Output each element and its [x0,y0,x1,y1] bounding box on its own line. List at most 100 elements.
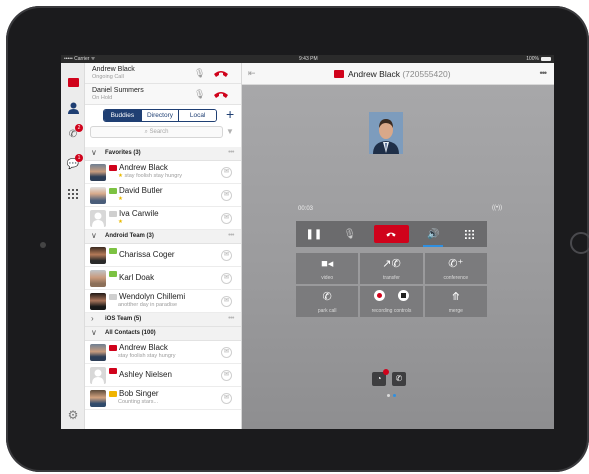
page-dot[interactable] [387,394,390,397]
chat-button[interactable]: ◔ [372,369,389,386]
hangup-icon[interactable] [213,67,229,79]
status-flag-icon [109,391,117,397]
call-features: ■◂ video ↗✆ transfer ✆⁺ conference ✆ par… [296,253,487,317]
chat-button[interactable]: ✉ [221,213,232,224]
chat-button[interactable]: ✉ [221,370,232,381]
chevron-down-icon: ∨ [91,148,97,157]
conference-button[interactable]: ✆⁺ conference [424,253,487,284]
contact-iva-carwile[interactable]: Iva Carwile ★ ✉ [85,207,241,230]
stop-icon[interactable] [397,290,409,301]
chevron-down-icon: ∨ [91,328,97,337]
call-status: Ongoing Call [92,74,124,80]
chat-button[interactable]: ✉ [221,190,232,201]
contact-ashley-nielsen[interactable]: Ashley Nielsen ✉ [85,364,241,387]
keypad-button[interactable] [451,221,487,247]
transfer-button[interactable]: ↗✆ transfer [360,253,423,284]
phone-icon: ✆ [395,374,403,383]
person-placeholder-icon [92,369,104,384]
hangup-icon [386,232,397,237]
nav-calls-button[interactable] [65,75,81,89]
hangup-icon[interactable] [213,88,229,100]
contact-andrew-black[interactable]: Andrew Black stay foolish stay hungry ✉ [85,341,241,364]
group-all-contacts[interactable]: ∨ All Contacts (100) [85,327,241,341]
search-input[interactable]: ⌕ Search [90,126,223,138]
held-call-row[interactable]: Daniel Summers On Hold 🎙 [85,84,241,105]
end-call-button[interactable] [373,225,410,243]
transfer-icon: ↗✆ [382,258,401,270]
hold-button[interactable]: ❚❚ [296,221,332,247]
contacts-panel: Andrew Black Ongoing Call 🎙 Daniel Summe… [85,63,242,429]
nav-strip: ✆ 2 💬 1 ⚙ [61,63,85,429]
more-icon[interactable]: ••• [228,232,234,239]
status-flag-icon [109,345,117,351]
group-label: iOS Team (5) [105,316,142,322]
group-favorites[interactable]: ∨ Favorites (3) ••• [85,147,241,161]
add-contact-button[interactable]: + [226,106,234,122]
mute-mic-icon[interactable]: 🎙 [194,89,205,101]
chat-button[interactable]: ✉ [221,250,232,261]
contact-list: ∨ Favorites (3) ••• Andrew Black ★ stay … [85,147,241,410]
chat-button[interactable]: ✉ [221,167,232,178]
park-call-icon: ✆ [322,291,332,303]
collapse-sidebar-icon[interactable]: ⇤ [248,68,256,79]
contact-karl-doak[interactable]: Karl Doak ✉ [85,267,241,290]
contact-name: Andrew Black [119,163,168,172]
battery-icon [541,57,551,61]
group-ios-team[interactable]: › iOS Team (5) ••• [85,313,241,327]
group-label: Android Team (3) [105,233,154,239]
contact-andrew-black[interactable]: Andrew Black ★ stay foolish stay hungry … [85,161,241,184]
chat-badge: 1 [75,154,83,162]
chat-button[interactable]: ✉ [221,296,232,307]
more-icon[interactable]: ••• [540,68,548,78]
notification-badge [383,369,389,375]
avatar [90,164,106,181]
recording-controls-button[interactable]: recording controls [360,286,423,317]
feature-label: conference [443,275,469,281]
status-flag-icon [109,271,117,277]
status-flag-icon [109,211,117,217]
contact-bob-singer[interactable]: Bob Singer Counting stars... ✉ [85,387,241,410]
mute-mic-icon[interactable]: 🎙 [194,68,205,80]
filter-icon[interactable]: ▼ [226,127,234,136]
group-label: All Contacts (100) [105,330,156,336]
status-bar: ••••• Carrier ᯤ 9:43 PM 100% [61,55,554,63]
video-button[interactable]: ■◂ video [296,253,359,284]
call-title: Andrew Black (720555420) [348,69,451,79]
avatar [90,293,106,310]
mic-off-icon: 🎙 [343,228,357,240]
nav-recents-button[interactable]: ✆ 2 [65,124,83,141]
more-icon[interactable]: ••• [228,315,234,322]
more-icon[interactable]: ••• [228,149,234,156]
avatar [90,270,106,287]
record-icon[interactable] [374,290,386,301]
contact-wendolyn-chillemi[interactable]: Wendolyn Chillemi anotther day in paradi… [85,290,241,313]
chat-button[interactable]: ✉ [221,273,232,284]
tab-local[interactable]: Local [179,110,216,121]
chat-button[interactable]: ✉ [221,347,232,358]
park-call-button[interactable]: ✆ park call [296,286,359,317]
contact-name: Andrew Black [119,343,168,352]
speaker-button[interactable]: 🔊 [415,221,451,247]
status-flag-icon [109,248,117,254]
phone-button[interactable]: ✆ [392,372,406,386]
active-call-row[interactable]: Andrew Black Ongoing Call 🎙 [85,63,241,84]
page-dot-active[interactable] [393,394,396,397]
tab-directory[interactable]: Directory [141,110,180,121]
home-button[interactable] [570,232,589,254]
avatar [90,187,106,204]
mute-button[interactable]: 🎙 [332,221,368,247]
avatar [90,210,106,227]
group-android-team[interactable]: ∨ Android Team (3) ••• [85,230,241,244]
nav-contacts-button[interactable] [65,101,81,115]
feature-label: video [321,275,334,281]
chat-button[interactable]: ✉ [221,393,232,404]
tab-buddies[interactable]: Buddies [104,110,142,121]
contact-status-text: Counting stars... [118,399,159,405]
nav-chat-button[interactable]: 💬 1 [65,154,83,171]
nav-dialpad-button[interactable] [65,187,81,201]
contact-charissa-coger[interactable]: Charissa Coger ✉ [85,244,241,267]
call-name: Daniel Summers [92,87,144,94]
contact-david-butler[interactable]: David Butler ★ ✉ [85,184,241,207]
nav-settings-button[interactable]: ⚙ [65,408,81,422]
merge-button[interactable]: ⤊ merge [424,286,487,317]
